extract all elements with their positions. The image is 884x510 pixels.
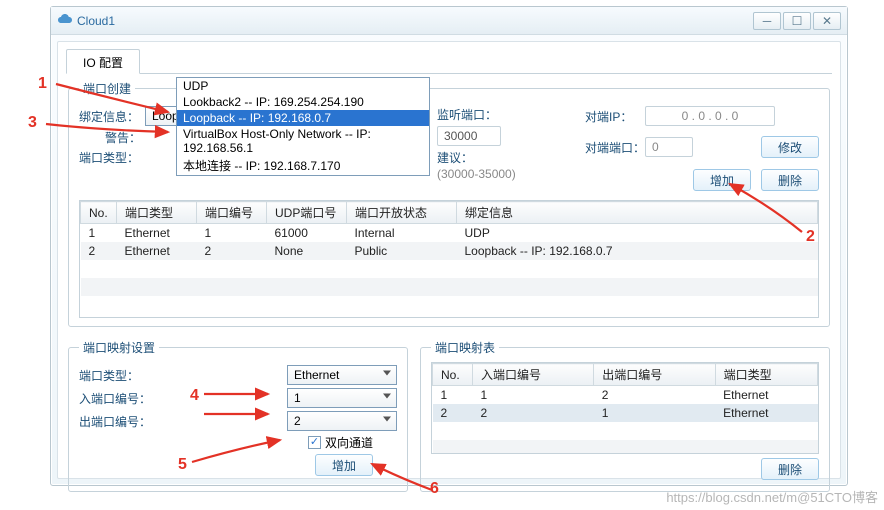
tab-io-config[interactable]: IO 配置: [66, 49, 140, 74]
client-area: IO 配置 端口创建 绑定信息： Loopback -- IP: 192.168…: [57, 41, 841, 479]
bind-info-label: 绑定信息：: [79, 108, 145, 125]
minimize-button[interactable]: ─: [753, 12, 781, 30]
port-create-legend: 端口创建: [79, 80, 135, 97]
watermark: https://blog.csdn.net/m@51CTO博客: [666, 487, 878, 506]
window-title: Cloud1: [77, 14, 115, 28]
peer-port-input[interactable]: 0: [645, 137, 693, 157]
table-row[interactable]: 2Ethernet2NonePublicLoopback -- IP: 192.…: [81, 242, 818, 260]
dropdown-item[interactable]: Lookback2 -- IP: 169.254.254.190: [177, 94, 429, 110]
table-row[interactable]: 112Ethernet: [433, 386, 818, 405]
add-port-button[interactable]: 增加: [693, 169, 751, 191]
advice-range: (30000-35000): [437, 167, 567, 181]
annotation-2: 2: [806, 228, 815, 246]
bind-info-dropdown[interactable]: UDP Lookback2 -- IP: 169.254.254.190 Loo…: [176, 77, 430, 176]
advice-label: 建议：: [437, 149, 473, 166]
dropdown-item[interactable]: 本地连接 -- IP: 192.168.7.170: [177, 156, 429, 175]
maximize-button[interactable]: ☐: [783, 12, 811, 30]
titlebar: Cloud1 ─ ☐ ✕: [51, 7, 847, 35]
app-window: Cloud1 ─ ☐ ✕ IO 配置 端口创建 绑定信息： Loopback -…: [50, 6, 848, 486]
table-row[interactable]: 221Ethernet: [433, 404, 818, 422]
out-port-combo[interactable]: 2: [287, 411, 397, 431]
port-map-legend: 端口映射设置: [79, 339, 159, 356]
modify-button[interactable]: 修改: [761, 136, 819, 158]
delete-map-button[interactable]: 删除: [761, 458, 819, 480]
peer-ip-input[interactable]: 0 . 0 . 0 . 0: [645, 106, 775, 126]
group-port-map: 端口映射设置 端口类型： Ethernet 入端口编号： 1 出端口编号： 2: [68, 339, 408, 492]
map-table[interactable]: No. 入端口编号 出端口编号 端口类型 112Ethernet 221Ethe…: [432, 363, 818, 454]
add-map-button[interactable]: 增加: [315, 454, 373, 476]
map-type-label: 端口类型：: [79, 367, 165, 384]
port-map-table-legend: 端口映射表: [431, 339, 499, 356]
listen-port-input[interactable]: 30000: [437, 126, 501, 146]
annotation-4: 4: [190, 387, 199, 405]
out-port-label: 出端口编号：: [79, 413, 165, 430]
table-row[interactable]: 1Ethernet161000InternalUDP: [81, 224, 818, 243]
annotation-1: 1: [38, 75, 47, 93]
annotation-5: 5: [178, 456, 187, 474]
port-type-label: 端口类型：: [79, 149, 145, 166]
peer-ip-label: 对端IP：: [585, 108, 645, 125]
listen-port-label: 监听端口：: [437, 106, 497, 123]
dropdown-item[interactable]: VirtualBox Host-Only Network -- IP: 192.…: [177, 126, 429, 156]
annotation-6: 6: [430, 480, 439, 498]
delete-port-button[interactable]: 删除: [761, 169, 819, 191]
annotation-3: 3: [28, 114, 37, 132]
map-type-combo[interactable]: Ethernet: [287, 365, 397, 385]
in-port-label: 入端口编号：: [79, 390, 165, 407]
bidir-label: 双向通道: [325, 434, 373, 451]
in-port-combo[interactable]: 1: [287, 388, 397, 408]
close-button[interactable]: ✕: [813, 12, 841, 30]
app-icon: [57, 13, 73, 29]
dropdown-item[interactable]: UDP: [177, 78, 429, 94]
peer-port-label: 对端端口：: [585, 139, 645, 156]
tabstrip: IO 配置: [66, 48, 832, 74]
port-table[interactable]: No. 端口类型 端口编号 UDP端口号 端口开放状态 绑定信息 1Ethern…: [80, 201, 818, 314]
dropdown-item[interactable]: Loopback -- IP: 192.168.0.7: [177, 110, 429, 126]
warn-label: 警告：: [79, 129, 145, 146]
group-port-map-table: 端口映射表 No. 入端口编号 出端口编号 端口类型 112Ethernet: [420, 339, 830, 492]
bidir-checkbox[interactable]: [308, 436, 321, 449]
